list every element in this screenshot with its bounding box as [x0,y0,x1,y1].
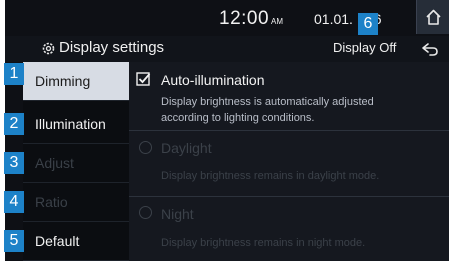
tab-dimming[interactable]: Dimming [23,62,129,101]
tab-adjust-label: Adjust [35,155,74,171]
option-night-label: Night [161,206,194,222]
divider [129,196,449,197]
radio-night [139,206,152,219]
option-auto-illumination-description-2: according to lighting conditions. [161,112,315,124]
gear-icon [42,42,55,55]
tab-default-label: Default [35,233,80,249]
callout-badge-1: 1 [4,63,24,85]
clock-time: 12:00 [219,8,270,29]
callout-badge-3: 3 [4,152,24,174]
home-icon [426,9,441,25]
callout-badge-6: 6 [358,13,378,35]
radio-daylight [139,141,152,154]
tab-ratio: Ratio [23,183,129,222]
checkbox-checked-icon[interactable] [136,72,151,87]
tab-adjust: Adjust [23,144,129,183]
date-text: 01.01. [314,11,353,27]
option-auto-illumination-label[interactable]: Auto-illumination [161,72,265,88]
option-daylight-description: Display brightness remains in daylight m… [161,170,380,182]
clock-ampm: AM [271,17,284,26]
tab-dimming-label: Dimming [35,73,91,89]
tab-illumination[interactable]: Illumination [23,105,129,144]
option-auto-illumination-description-1: Display brightness is automatically adju… [161,96,374,108]
tab-ratio-label: Ratio [35,194,68,210]
callout-badge-4: 4 [4,191,24,213]
back-button[interactable] [417,38,443,60]
callout-badge-2: 2 [4,113,24,135]
options-panel [129,62,449,261]
tab-illumination-label: Illumination [35,116,106,132]
tab-default[interactable]: Default [23,222,129,261]
option-night-description: Display brightness remains in night mode… [161,237,366,249]
home-button[interactable] [416,0,449,34]
option-daylight-label: Daylight [161,140,212,156]
divider [129,130,449,131]
back-arrow-icon [422,43,438,56]
callout-badge-5: 5 [4,230,24,252]
display-screen: 12:00AM 01.01. 1 6 Display settings Displa… [5,0,449,261]
clock: 12:00 AM [219,8,283,30]
page-title: Display settings [59,39,165,56]
display-off-button[interactable]: Display Off [333,40,396,55]
